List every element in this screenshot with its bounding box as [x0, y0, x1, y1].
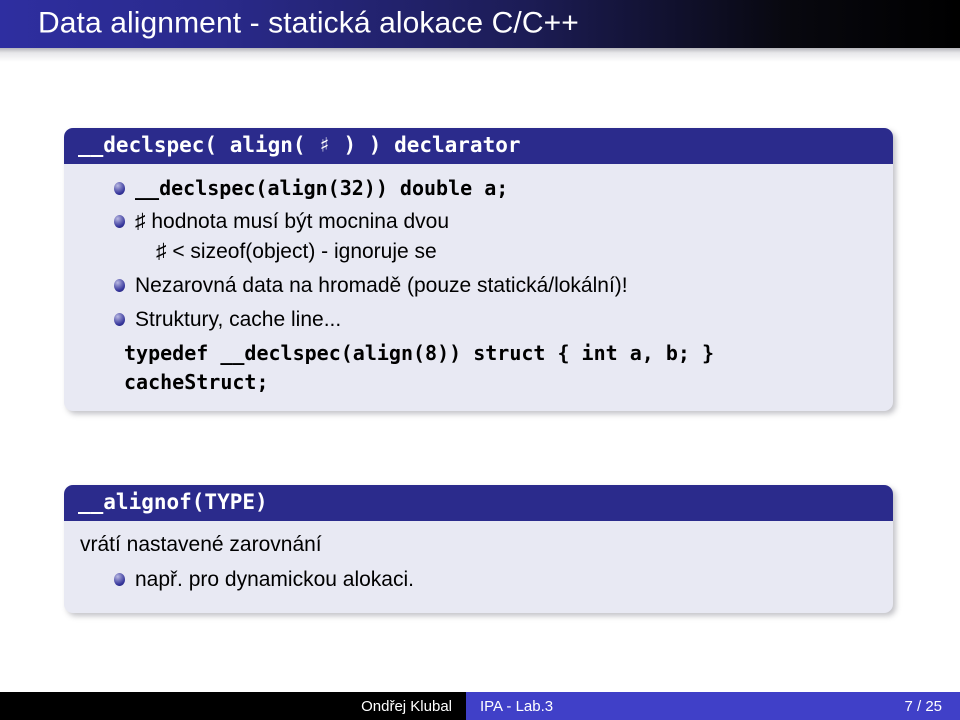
block-declspec: __declspec( align( ♯ ) ) declarator __de… — [64, 128, 893, 411]
footer-course: IPA - Lab.3 — [480, 697, 554, 715]
list-item: __declspec(align(32)) double a; — [114, 174, 879, 202]
page-title: Data alignment - statická alokace C/C++ — [38, 6, 579, 40]
bullet-icon — [114, 214, 125, 228]
block-header-declspec: __declspec( align( ♯ ) ) declarator — [64, 128, 893, 165]
block-body-alignof: vrátí nastavené zarovnání např. pro dyna… — [64, 521, 893, 613]
block-alignof: __alignof(TYPE) vrátí nastavené zarovnán… — [64, 485, 893, 613]
slide-footer: Ondřej Klubal IPA - Lab.3 7 / 25 — [0, 692, 960, 720]
title-bar-shadow — [0, 48, 960, 62]
code-line: typedef __declspec(align(8)) struct { in… — [124, 340, 715, 365]
block-header-alignof: __alignof(TYPE) — [64, 485, 893, 522]
list-item: Nezarovná data na hromadě (pouze statick… — [114, 271, 879, 301]
bullet-icon — [114, 279, 125, 293]
footer-author: Ondřej Klubal — [361, 697, 452, 715]
block-description: vrátí nastavené zarovnání — [80, 533, 322, 557]
code-snippet: typedef __declspec(align(8)) struct { in… — [124, 339, 879, 397]
slide-title-bar: Data alignment - statická alokace C/C++ — [0, 0, 960, 48]
footer-page-number: 7 / 25 — [904, 697, 942, 715]
list-item-label: např. pro dynamickou alokaci. — [135, 568, 414, 592]
list-item-label: Struktury, cache line... — [135, 307, 342, 331]
list-item-label: Nezarovná data na hromadě (pouze statick… — [135, 274, 628, 298]
list-item-subline: ♯ < sizeof(object) - ignoruje se — [156, 240, 437, 264]
list-item: ♯ hodnota musí být mocnina dvou ♯ < size… — [114, 207, 879, 268]
code-line: cacheStruct; — [124, 369, 269, 394]
list-item-label: __declspec(align(32)) double a; — [135, 176, 509, 201]
bullet-icon — [114, 182, 125, 196]
bullet-icon — [114, 312, 125, 326]
footer-author-section: Ondřej Klubal — [0, 692, 466, 720]
footer-course-section: IPA - Lab.3 7 / 25 — [466, 692, 960, 720]
list-item-group: ♯ hodnota musí být mocnina dvou ♯ < size… — [135, 207, 879, 268]
bullet-icon — [114, 573, 125, 587]
list-item: např. pro dynamickou alokaci. — [114, 565, 879, 595]
list-item-label: ♯ hodnota musí být mocnina dvou — [135, 209, 450, 233]
list-item: Struktury, cache line... — [114, 305, 879, 335]
block-body-declspec: __declspec(align(32)) double a; ♯ hodnot… — [64, 164, 893, 411]
